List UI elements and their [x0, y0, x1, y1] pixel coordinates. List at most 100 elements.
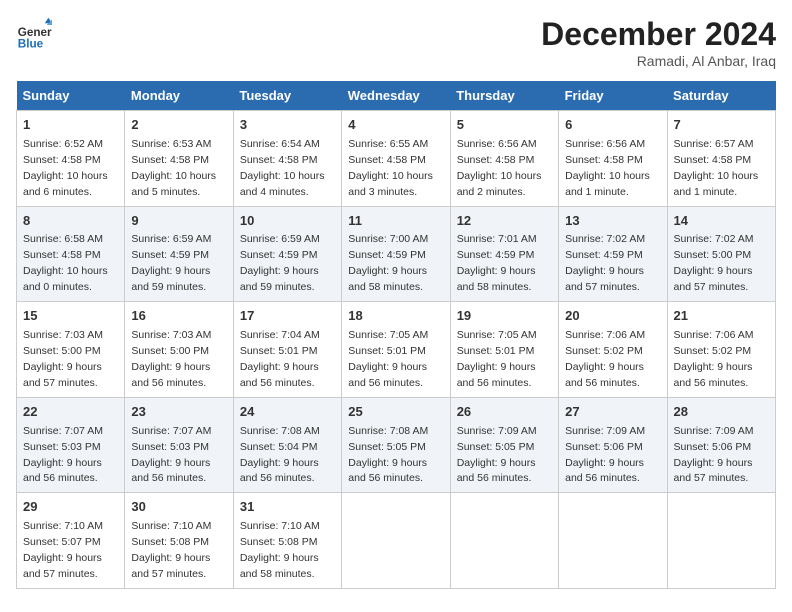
day-number: 4 [348, 116, 443, 135]
day-number: 17 [240, 307, 335, 326]
day-info: Sunrise: 7:03 AMSunset: 5:00 PMDaylight:… [131, 329, 211, 389]
day-number: 16 [131, 307, 226, 326]
day-number: 24 [240, 403, 335, 422]
day-info: Sunrise: 6:57 AMSunset: 4:58 PMDaylight:… [674, 138, 759, 198]
day-number: 13 [565, 212, 660, 231]
calendar-cell: 13 Sunrise: 7:02 AMSunset: 4:59 PMDayligh… [559, 206, 667, 302]
calendar-cell: 11 Sunrise: 7:00 AMSunset: 4:59 PMDayligh… [342, 206, 450, 302]
day-info: Sunrise: 7:07 AMSunset: 5:03 PMDaylight:… [131, 425, 211, 485]
calendar-week-1: 1 Sunrise: 6:52 AMSunset: 4:58 PMDaylight… [17, 111, 776, 207]
weekday-header-saturday: Saturday [667, 81, 775, 111]
calendar-cell: 26 Sunrise: 7:09 AMSunset: 5:05 PMDayligh… [450, 397, 558, 493]
weekday-header-sunday: Sunday [17, 81, 125, 111]
calendar-cell: 4Sunrise: 6:55 AMSunset: 4:58 PMDaylight… [342, 111, 450, 207]
calendar-cell: 12 Sunrise: 7:01 AMSunset: 4:59 PMDayligh… [450, 206, 558, 302]
calendar-week-4: 22 Sunrise: 7:07 AMSunset: 5:03 PMDayligh… [17, 397, 776, 493]
calendar-cell [559, 493, 667, 589]
day-number: 1 [23, 116, 118, 135]
calendar-cell: 16 Sunrise: 7:03 AMSunset: 5:00 PMDayligh… [125, 302, 233, 398]
day-info: Sunrise: 7:06 AMSunset: 5:02 PMDaylight:… [565, 329, 645, 389]
weekday-header-wednesday: Wednesday [342, 81, 450, 111]
weekday-header-monday: Monday [125, 81, 233, 111]
calendar-cell [342, 493, 450, 589]
day-info: Sunrise: 7:02 AMSunset: 4:59 PMDaylight:… [565, 233, 645, 293]
day-info: Sunrise: 7:09 AMSunset: 5:06 PMDaylight:… [674, 425, 754, 485]
day-number: 20 [565, 307, 660, 326]
day-info: Sunrise: 6:54 AMSunset: 4:58 PMDaylight:… [240, 138, 325, 198]
day-number: 28 [674, 403, 769, 422]
calendar-cell [450, 493, 558, 589]
calendar-cell: 17 Sunrise: 7:04 AMSunset: 5:01 PMDayligh… [233, 302, 341, 398]
day-info: Sunrise: 7:01 AMSunset: 4:59 PMDaylight:… [457, 233, 537, 293]
day-info: Sunrise: 6:52 AMSunset: 4:58 PMDaylight:… [23, 138, 108, 198]
day-number: 3 [240, 116, 335, 135]
day-info: Sunrise: 7:10 AMSunset: 5:08 PMDaylight:… [131, 520, 211, 580]
day-number: 29 [23, 498, 118, 517]
day-info: Sunrise: 7:05 AMSunset: 5:01 PMDaylight:… [457, 329, 537, 389]
calendar-cell: 5 Sunrise: 6:56 AMSunset: 4:58 PMDaylight… [450, 111, 558, 207]
calendar-week-3: 15 Sunrise: 7:03 AMSunset: 5:00 PMDayligh… [17, 302, 776, 398]
day-info: Sunrise: 6:53 AMSunset: 4:58 PMDaylight:… [131, 138, 216, 198]
day-info: Sunrise: 6:58 AMSunset: 4:58 PMDaylight:… [23, 233, 108, 293]
day-number: 15 [23, 307, 118, 326]
day-info: Sunrise: 7:06 AMSunset: 5:02 PMDaylight:… [674, 329, 754, 389]
day-info: Sunrise: 7:07 AMSunset: 5:03 PMDaylight:… [23, 425, 103, 485]
day-number: 27 [565, 403, 660, 422]
day-info: Sunrise: 7:10 AMSunset: 5:08 PMDaylight:… [240, 520, 320, 580]
calendar-cell: 15 Sunrise: 7:03 AMSunset: 5:00 PMDayligh… [17, 302, 125, 398]
day-number: 12 [457, 212, 552, 231]
day-number: 25 [348, 403, 443, 422]
calendar-cell: 18Sunrise: 7:05 AMSunset: 5:01 PMDayligh… [342, 302, 450, 398]
calendar-cell: 14 Sunrise: 7:02 AMSunset: 5:00 PMDayligh… [667, 206, 775, 302]
day-number: 31 [240, 498, 335, 517]
day-number: 2 [131, 116, 226, 135]
day-info: Sunrise: 6:56 AMSunset: 4:58 PMDaylight:… [565, 138, 650, 198]
svg-text:Blue: Blue [18, 38, 44, 51]
day-info: Sunrise: 6:56 AMSunset: 4:58 PMDaylight:… [457, 138, 542, 198]
day-info: Sunrise: 7:09 AMSunset: 5:06 PMDaylight:… [565, 425, 645, 485]
calendar-cell: 19Sunrise: 7:05 AMSunset: 5:01 PMDayligh… [450, 302, 558, 398]
month-title: December 2024 [541, 16, 776, 53]
day-number: 26 [457, 403, 552, 422]
calendar-cell: 21Sunrise: 7:06 AMSunset: 5:02 PMDayligh… [667, 302, 775, 398]
day-info: Sunrise: 6:59 AMSunset: 4:59 PMDaylight:… [131, 233, 211, 293]
calendar-cell: 27 Sunrise: 7:09 AMSunset: 5:06 PMDayligh… [559, 397, 667, 493]
calendar-cell: 28 Sunrise: 7:09 AMSunset: 5:06 PMDayligh… [667, 397, 775, 493]
calendar-cell: 20 Sunrise: 7:06 AMSunset: 5:02 PMDayligh… [559, 302, 667, 398]
title-area: December 2024 Ramadi, Al Anbar, Iraq [541, 16, 776, 69]
day-info: Sunrise: 7:08 AMSunset: 5:05 PMDaylight:… [348, 425, 428, 485]
calendar-cell: 6 Sunrise: 6:56 AMSunset: 4:58 PMDaylight… [559, 111, 667, 207]
day-number: 23 [131, 403, 226, 422]
calendar-cell: 22 Sunrise: 7:07 AMSunset: 5:03 PMDayligh… [17, 397, 125, 493]
day-number: 5 [457, 116, 552, 135]
calendar-cell: 29Sunrise: 7:10 AMSunset: 5:07 PMDayligh… [17, 493, 125, 589]
day-info: Sunrise: 7:02 AMSunset: 5:00 PMDaylight:… [674, 233, 754, 293]
logo: General Blue [16, 16, 52, 52]
calendar-cell: 30 Sunrise: 7:10 AMSunset: 5:08 PMDayligh… [125, 493, 233, 589]
day-number: 14 [674, 212, 769, 231]
weekday-header-thursday: Thursday [450, 81, 558, 111]
calendar-cell: 10 Sunrise: 6:59 AMSunset: 4:59 PMDayligh… [233, 206, 341, 302]
day-info: Sunrise: 6:59 AMSunset: 4:59 PMDaylight:… [240, 233, 320, 293]
day-number: 18 [348, 307, 443, 326]
calendar-cell: 25 Sunrise: 7:08 AMSunset: 5:05 PMDayligh… [342, 397, 450, 493]
day-number: 6 [565, 116, 660, 135]
day-number: 11 [348, 212, 443, 231]
calendar-cell: 23 Sunrise: 7:07 AMSunset: 5:03 PMDayligh… [125, 397, 233, 493]
day-number: 10 [240, 212, 335, 231]
day-info: Sunrise: 7:08 AMSunset: 5:04 PMDaylight:… [240, 425, 320, 485]
day-info: Sunrise: 7:09 AMSunset: 5:05 PMDaylight:… [457, 425, 537, 485]
calendar-cell: 24 Sunrise: 7:08 AMSunset: 5:04 PMDayligh… [233, 397, 341, 493]
calendar-table: SundayMondayTuesdayWednesdayThursdayFrid… [16, 81, 776, 589]
weekday-header-friday: Friday [559, 81, 667, 111]
calendar-week-5: 29Sunrise: 7:10 AMSunset: 5:07 PMDayligh… [17, 493, 776, 589]
day-info: Sunrise: 7:03 AMSunset: 5:00 PMDaylight:… [23, 329, 103, 389]
day-info: Sunrise: 7:04 AMSunset: 5:01 PMDaylight:… [240, 329, 320, 389]
calendar-week-2: 8Sunrise: 6:58 AMSunset: 4:58 PMDaylight… [17, 206, 776, 302]
day-number: 30 [131, 498, 226, 517]
day-info: Sunrise: 7:00 AMSunset: 4:59 PMDaylight:… [348, 233, 428, 293]
calendar-cell [667, 493, 775, 589]
calendar-cell: 7Sunrise: 6:57 AMSunset: 4:58 PMDaylight… [667, 111, 775, 207]
calendar-cell: 31 Sunrise: 7:10 AMSunset: 5:08 PMDayligh… [233, 493, 341, 589]
day-number: 22 [23, 403, 118, 422]
